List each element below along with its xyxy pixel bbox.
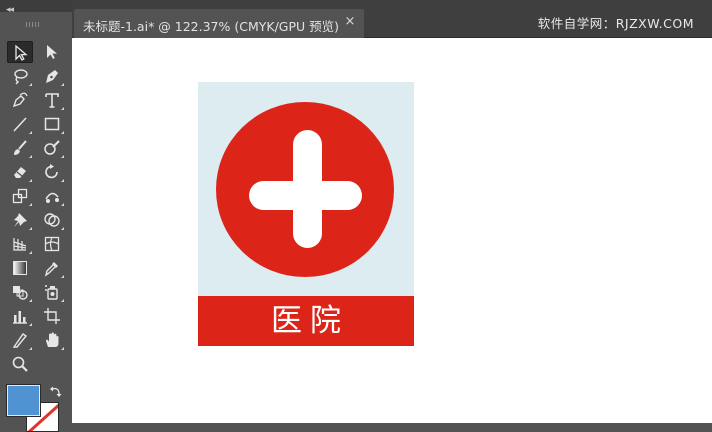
document-tab-title: 未标题-1.ai* @ 122.37% (CMYK/GPU 预览) — [83, 19, 340, 34]
artboard-tool[interactable] — [39, 305, 65, 327]
tools-panel: ◂◂ — [0, 0, 72, 432]
direct-selection-arrow-icon — [47, 45, 57, 59]
eyedropper-tool[interactable] — [39, 257, 65, 279]
red-label-band[interactable]: 医院 — [198, 296, 414, 346]
collapse-icon[interactable]: ◂◂ — [6, 6, 14, 15]
eraser-tool[interactable] — [7, 161, 33, 183]
curvature-pen-icon — [12, 92, 28, 108]
symbol-sprayer-icon — [45, 285, 58, 300]
pin-tool[interactable] — [7, 209, 33, 231]
type-tool[interactable] — [39, 89, 65, 111]
gradient-tool[interactable] — [7, 257, 33, 279]
swap-colors-icon[interactable] — [50, 385, 62, 397]
gradient-icon — [13, 261, 27, 275]
magnifier-icon — [12, 356, 28, 372]
selection-arrow-icon — [15, 44, 28, 61]
grip-icon[interactable] — [26, 22, 40, 27]
selection-tool[interactable] — [7, 41, 33, 63]
eraser-icon — [14, 167, 26, 178]
slice-knife-icon — [12, 333, 28, 348]
hand-icon — [46, 332, 59, 347]
eyedropper-icon — [44, 262, 58, 277]
zoom-tool[interactable] — [7, 353, 33, 375]
hand-tool[interactable] — [39, 329, 65, 351]
column-graph-icon — [13, 311, 27, 324]
tools-panel-header: ◂◂ — [0, 0, 72, 15]
shape-builder-tool[interactable] — [39, 209, 65, 231]
scale-tool[interactable] — [7, 185, 33, 207]
mesh-tool[interactable] — [39, 233, 65, 255]
symbol-sprayer-tool[interactable] — [39, 281, 65, 303]
document-tab[interactable]: 未标题-1.ai* @ 122.37% (CMYK/GPU 预览) × — [74, 9, 364, 38]
paintbrush-tool[interactable] — [7, 137, 33, 159]
hospital-label-text[interactable]: 医院 — [198, 296, 414, 346]
cross-horizontal-bar[interactable] — [249, 181, 362, 210]
line-segment-tool[interactable] — [7, 113, 33, 135]
shape-builder-icon — [44, 213, 60, 227]
mesh-icon — [44, 236, 60, 252]
hospital-sign-artwork[interactable]: 医院 — [198, 82, 414, 346]
shaper-icon — [44, 140, 60, 155]
red-circle-shape[interactable] — [216, 102, 394, 277]
slice-tool[interactable] — [7, 329, 33, 351]
perspective-grid-icon — [13, 238, 27, 251]
type-t-icon — [45, 93, 59, 108]
paintbrush-icon — [14, 140, 27, 155]
magic-wand-tool[interactable] — [7, 65, 33, 87]
pen-tool[interactable] — [39, 65, 65, 87]
pin-icon — [14, 213, 27, 227]
lasso-icon — [14, 69, 28, 85]
document-tab-bar: 未标题-1.ai* @ 122.37% (CMYK/GPU 预览) × 软件自学… — [72, 0, 712, 38]
direct-selection-tool[interactable] — [39, 41, 65, 63]
rectangle-icon — [44, 117, 60, 131]
blend-tool[interactable] — [7, 281, 33, 303]
artboard-canvas[interactable]: 医院 — [72, 38, 712, 423]
puppet-warp-tool[interactable] — [39, 185, 65, 207]
watermark-text: 软件自学网：RJZXW.COM — [537, 16, 694, 31]
rotate-icon — [45, 164, 58, 179]
puppet-warp-icon — [45, 192, 59, 203]
column-graph-tool[interactable] — [7, 305, 33, 327]
scale-icon — [12, 188, 28, 204]
fill-color-swatch[interactable] — [6, 384, 41, 417]
perspective-grid-tool[interactable] — [7, 233, 33, 255]
rectangle-tool[interactable] — [39, 113, 65, 135]
line-segment-icon — [13, 117, 27, 132]
pen-nib-icon — [46, 70, 58, 83]
close-icon[interactable]: × — [344, 15, 356, 28]
rotate-tool[interactable] — [39, 161, 65, 183]
curvature-tool[interactable] — [7, 89, 33, 111]
artboard-icon — [44, 308, 60, 324]
shaper-tool[interactable] — [39, 137, 65, 159]
blend-icon — [13, 286, 28, 300]
